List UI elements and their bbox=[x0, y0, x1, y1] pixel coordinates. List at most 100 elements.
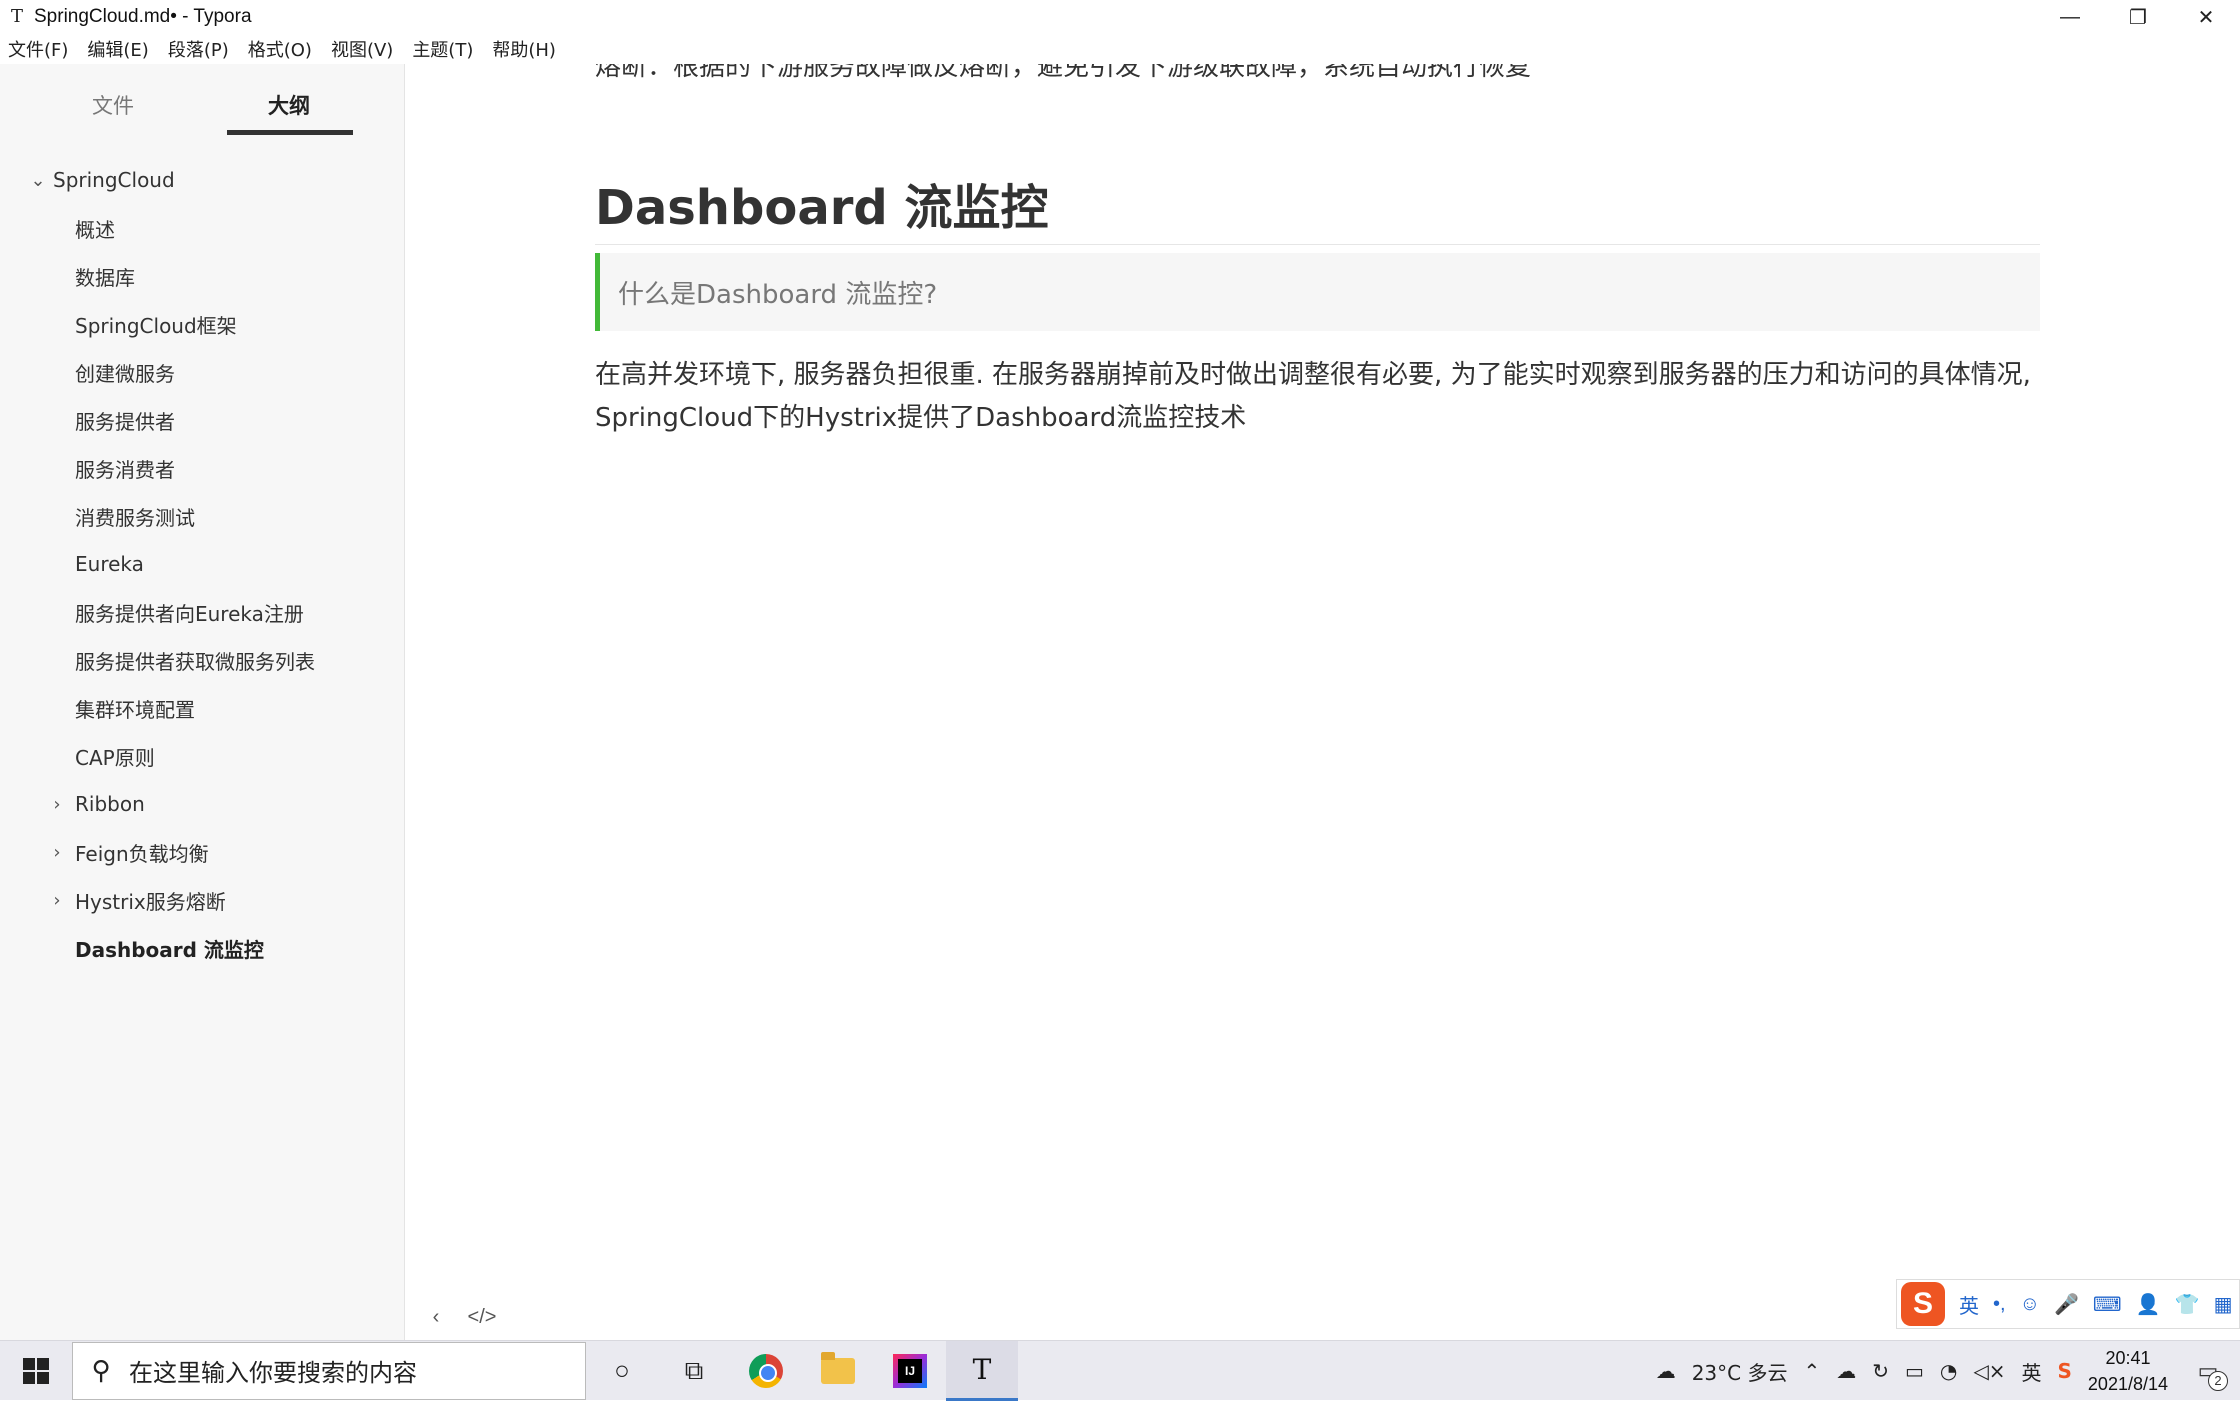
outline-item-label: CAP原则 bbox=[75, 745, 155, 770]
window-title: SpringCloud.md• - Typora bbox=[34, 6, 252, 27]
typora-app[interactable]: T bbox=[946, 1340, 1018, 1401]
chevron-right-icon[interactable]: › bbox=[47, 890, 67, 911]
menu-edit[interactable]: 编辑(E) bbox=[87, 36, 148, 62]
outline-item[interactable]: ⌄ SpringCloud bbox=[0, 156, 405, 204]
editor-area[interactable]: 熔断：根据的下游服务故障做反熔断，避免引发下游级联故障，系统自动执行恢复 Das… bbox=[595, 64, 2040, 1294]
user-icon[interactable]: 👤 bbox=[2136, 1292, 2161, 1317]
outline-item[interactable]: CAP原则 bbox=[0, 732, 405, 780]
window-controls: — ❐ ✕ bbox=[2036, 0, 2240, 34]
weather-text[interactable]: 23°C 多云 bbox=[1692, 1357, 1788, 1386]
sogou-logo-icon[interactable]: S bbox=[1901, 1282, 1945, 1326]
folder-icon bbox=[821, 1351, 855, 1384]
skin-icon[interactable]: 👕 bbox=[2175, 1292, 2200, 1317]
paragraph: 在高并发环境下, 服务器负担很重. 在服务器崩掉前及时做出调整很有必要, 为了能… bbox=[595, 360, 2031, 433]
outline-item[interactable]: 数据库 bbox=[0, 252, 405, 300]
outline-item-label: Hystrix服务熔断 bbox=[75, 889, 226, 914]
intellij-icon bbox=[893, 1353, 927, 1388]
notification-icon[interactable]: ▭ 2 bbox=[2188, 1351, 2228, 1391]
microphone-icon[interactable]: 🎤 bbox=[2054, 1292, 2079, 1317]
system-tray: ☁ 23°C 多云 ⌃ ☁ ↻ ▭ ◔ ◁× 英 S 20:41 2021/8/… bbox=[1656, 1341, 2240, 1401]
typora-app-icon: T bbox=[10, 6, 23, 27]
ime-indicator[interactable]: 英 bbox=[2022, 1357, 2042, 1386]
menu-theme[interactable]: 主题(T) bbox=[412, 36, 473, 62]
outline-item[interactable]: › Hystrix服务熔断 bbox=[0, 876, 405, 924]
outline-item[interactable]: SpringCloud框架 bbox=[0, 300, 405, 348]
menu-help[interactable]: 帮助(H) bbox=[492, 36, 556, 62]
outline-item-label: Feign负载均衡 bbox=[75, 841, 209, 866]
cloud-weather-icon[interactable]: ☁ bbox=[1656, 1359, 1676, 1383]
outline-item[interactable]: › Ribbon bbox=[0, 780, 405, 828]
outline-item[interactable]: 集群环境配置 bbox=[0, 684, 405, 732]
menu-paragraph[interactable]: 段落(P) bbox=[168, 36, 229, 62]
sidebar-tabs: 文件 大纲 bbox=[0, 64, 404, 138]
windows-logo-icon bbox=[23, 1357, 49, 1384]
outline-item[interactable]: 服务提供者 bbox=[0, 396, 405, 444]
outline-item-label: Dashboard 流监控 bbox=[75, 937, 264, 962]
blockquote-text: 什么是Dashboard 流监控? bbox=[618, 279, 938, 310]
battery-icon[interactable]: ▭ bbox=[1905, 1359, 1924, 1383]
search-input[interactable]: 在这里输入你要搜索的内容 bbox=[129, 1353, 417, 1388]
ime-toolbar: S 英 •, ☺ 🎤 ⌨ 👤 👕 ▦ bbox=[1896, 1279, 2240, 1329]
notification-badge: 2 bbox=[2208, 1371, 2228, 1391]
menu-format[interactable]: 格式(O) bbox=[248, 36, 312, 62]
keyboard-icon[interactable]: ⌨ bbox=[2093, 1292, 2122, 1317]
start-button[interactable] bbox=[0, 1341, 72, 1401]
outline-item-label: 概述 bbox=[75, 217, 115, 242]
outline-item-label: Ribbon bbox=[75, 792, 145, 816]
outline-item[interactable]: Eureka bbox=[0, 540, 405, 588]
taskbar-search[interactable]: ⚲ 在这里输入你要搜索的内容 bbox=[72, 1341, 586, 1400]
close-button[interactable]: ✕ bbox=[2172, 0, 2240, 34]
toolbox-icon[interactable]: ▦ bbox=[2214, 1292, 2233, 1317]
chevron-down-icon[interactable]: ⌄ bbox=[28, 170, 48, 191]
sogou-tray-icon[interactable]: S bbox=[2058, 1359, 2072, 1383]
chevron-left-icon[interactable]: ‹ bbox=[421, 1306, 451, 1329]
menu-view[interactable]: 视图(V) bbox=[331, 36, 393, 62]
cortana-icon[interactable]: ○ bbox=[586, 1341, 658, 1401]
chrome-app[interactable] bbox=[730, 1341, 802, 1401]
tab-outline[interactable]: 大纲 bbox=[268, 90, 310, 120]
wifi-icon[interactable]: ◔ bbox=[1940, 1359, 1957, 1383]
sync-icon[interactable]: ↻ bbox=[1872, 1359, 1889, 1383]
file-explorer-app[interactable] bbox=[802, 1341, 874, 1401]
blockquote: 什么是Dashboard 流监控? bbox=[595, 253, 2040, 331]
menu-bar: 文件(F) 编辑(E) 段落(P) 格式(O) 视图(V) 主题(T) 帮助(H… bbox=[0, 34, 2240, 64]
outline-item[interactable]: 概述 bbox=[0, 204, 405, 252]
outline-item[interactable]: 服务提供者向Eureka注册 bbox=[0, 588, 405, 636]
outline-list: ⌄ SpringCloud 概述 数据库 SpringCloud框架 创建微服务 … bbox=[0, 156, 405, 972]
outline-item[interactable]: 消费服务测试 bbox=[0, 492, 405, 540]
title-bar: T SpringCloud.md• - Typora — ❐ ✕ bbox=[0, 0, 2240, 34]
task-view-icon[interactable]: ⧉ bbox=[658, 1341, 730, 1401]
sidebar-footer: ‹ </> bbox=[405, 1295, 497, 1340]
ime-language-toggle[interactable]: 英 bbox=[1959, 1290, 1979, 1319]
typora-icon: T bbox=[972, 1352, 992, 1386]
chevron-right-icon[interactable]: › bbox=[47, 842, 67, 863]
outline-item[interactable]: 服务消费者 bbox=[0, 444, 405, 492]
outline-item[interactable]: › Feign负载均衡 bbox=[0, 828, 405, 876]
menu-file[interactable]: 文件(F) bbox=[8, 36, 68, 62]
taskbar: ⚲ 在这里输入你要搜索的内容 ○ ⧉ T ☁ 23°C 多云 ⌃ ☁ ↻ ▭ ◔… bbox=[0, 1340, 2240, 1401]
volume-icon[interactable]: ◁× bbox=[1973, 1359, 2005, 1383]
punctuation-icon[interactable]: •, bbox=[1993, 1293, 2006, 1316]
outline-item-label: 数据库 bbox=[75, 265, 135, 290]
heading-dashboard: Dashboard 流监控 bbox=[595, 168, 2040, 245]
search-icon: ⚲ bbox=[91, 1355, 111, 1385]
chevron-up-icon[interactable]: ⌃ bbox=[1803, 1359, 1820, 1383]
outline-item[interactable]: 创建微服务 bbox=[0, 348, 405, 396]
clock[interactable]: 20:41 2021/8/14 bbox=[2088, 1345, 2168, 1397]
chevron-right-icon[interactable]: › bbox=[47, 794, 67, 815]
sidebar: 文件 大纲 ⌄ SpringCloud 概述 数据库 SpringCloud框架 … bbox=[0, 64, 405, 1340]
partial-text-line: 熔断：根据的下游服务故障做反熔断，避免引发下游级联故障，系统自动执行恢复 bbox=[595, 64, 1532, 82]
intellij-app[interactable] bbox=[874, 1341, 946, 1401]
onedrive-icon[interactable]: ☁ bbox=[1836, 1359, 1856, 1383]
emoji-icon[interactable]: ☺ bbox=[2020, 1293, 2040, 1316]
outline-item-label: 消费服务测试 bbox=[75, 505, 195, 530]
tab-files[interactable]: 文件 bbox=[92, 90, 134, 120]
outline-item-label: SpringCloud框架 bbox=[75, 313, 237, 338]
minimize-button[interactable]: — bbox=[2036, 0, 2104, 34]
outline-item-label: 创建微服务 bbox=[75, 361, 175, 386]
restore-button[interactable]: ❐ bbox=[2104, 0, 2172, 34]
source-code-icon[interactable]: </> bbox=[467, 1306, 497, 1329]
outline-item-active[interactable]: Dashboard 流监控 bbox=[0, 924, 405, 972]
clock-date: 2021/8/14 bbox=[2087, 1374, 2168, 1394]
outline-item[interactable]: 服务提供者获取微服务列表 bbox=[0, 636, 405, 684]
